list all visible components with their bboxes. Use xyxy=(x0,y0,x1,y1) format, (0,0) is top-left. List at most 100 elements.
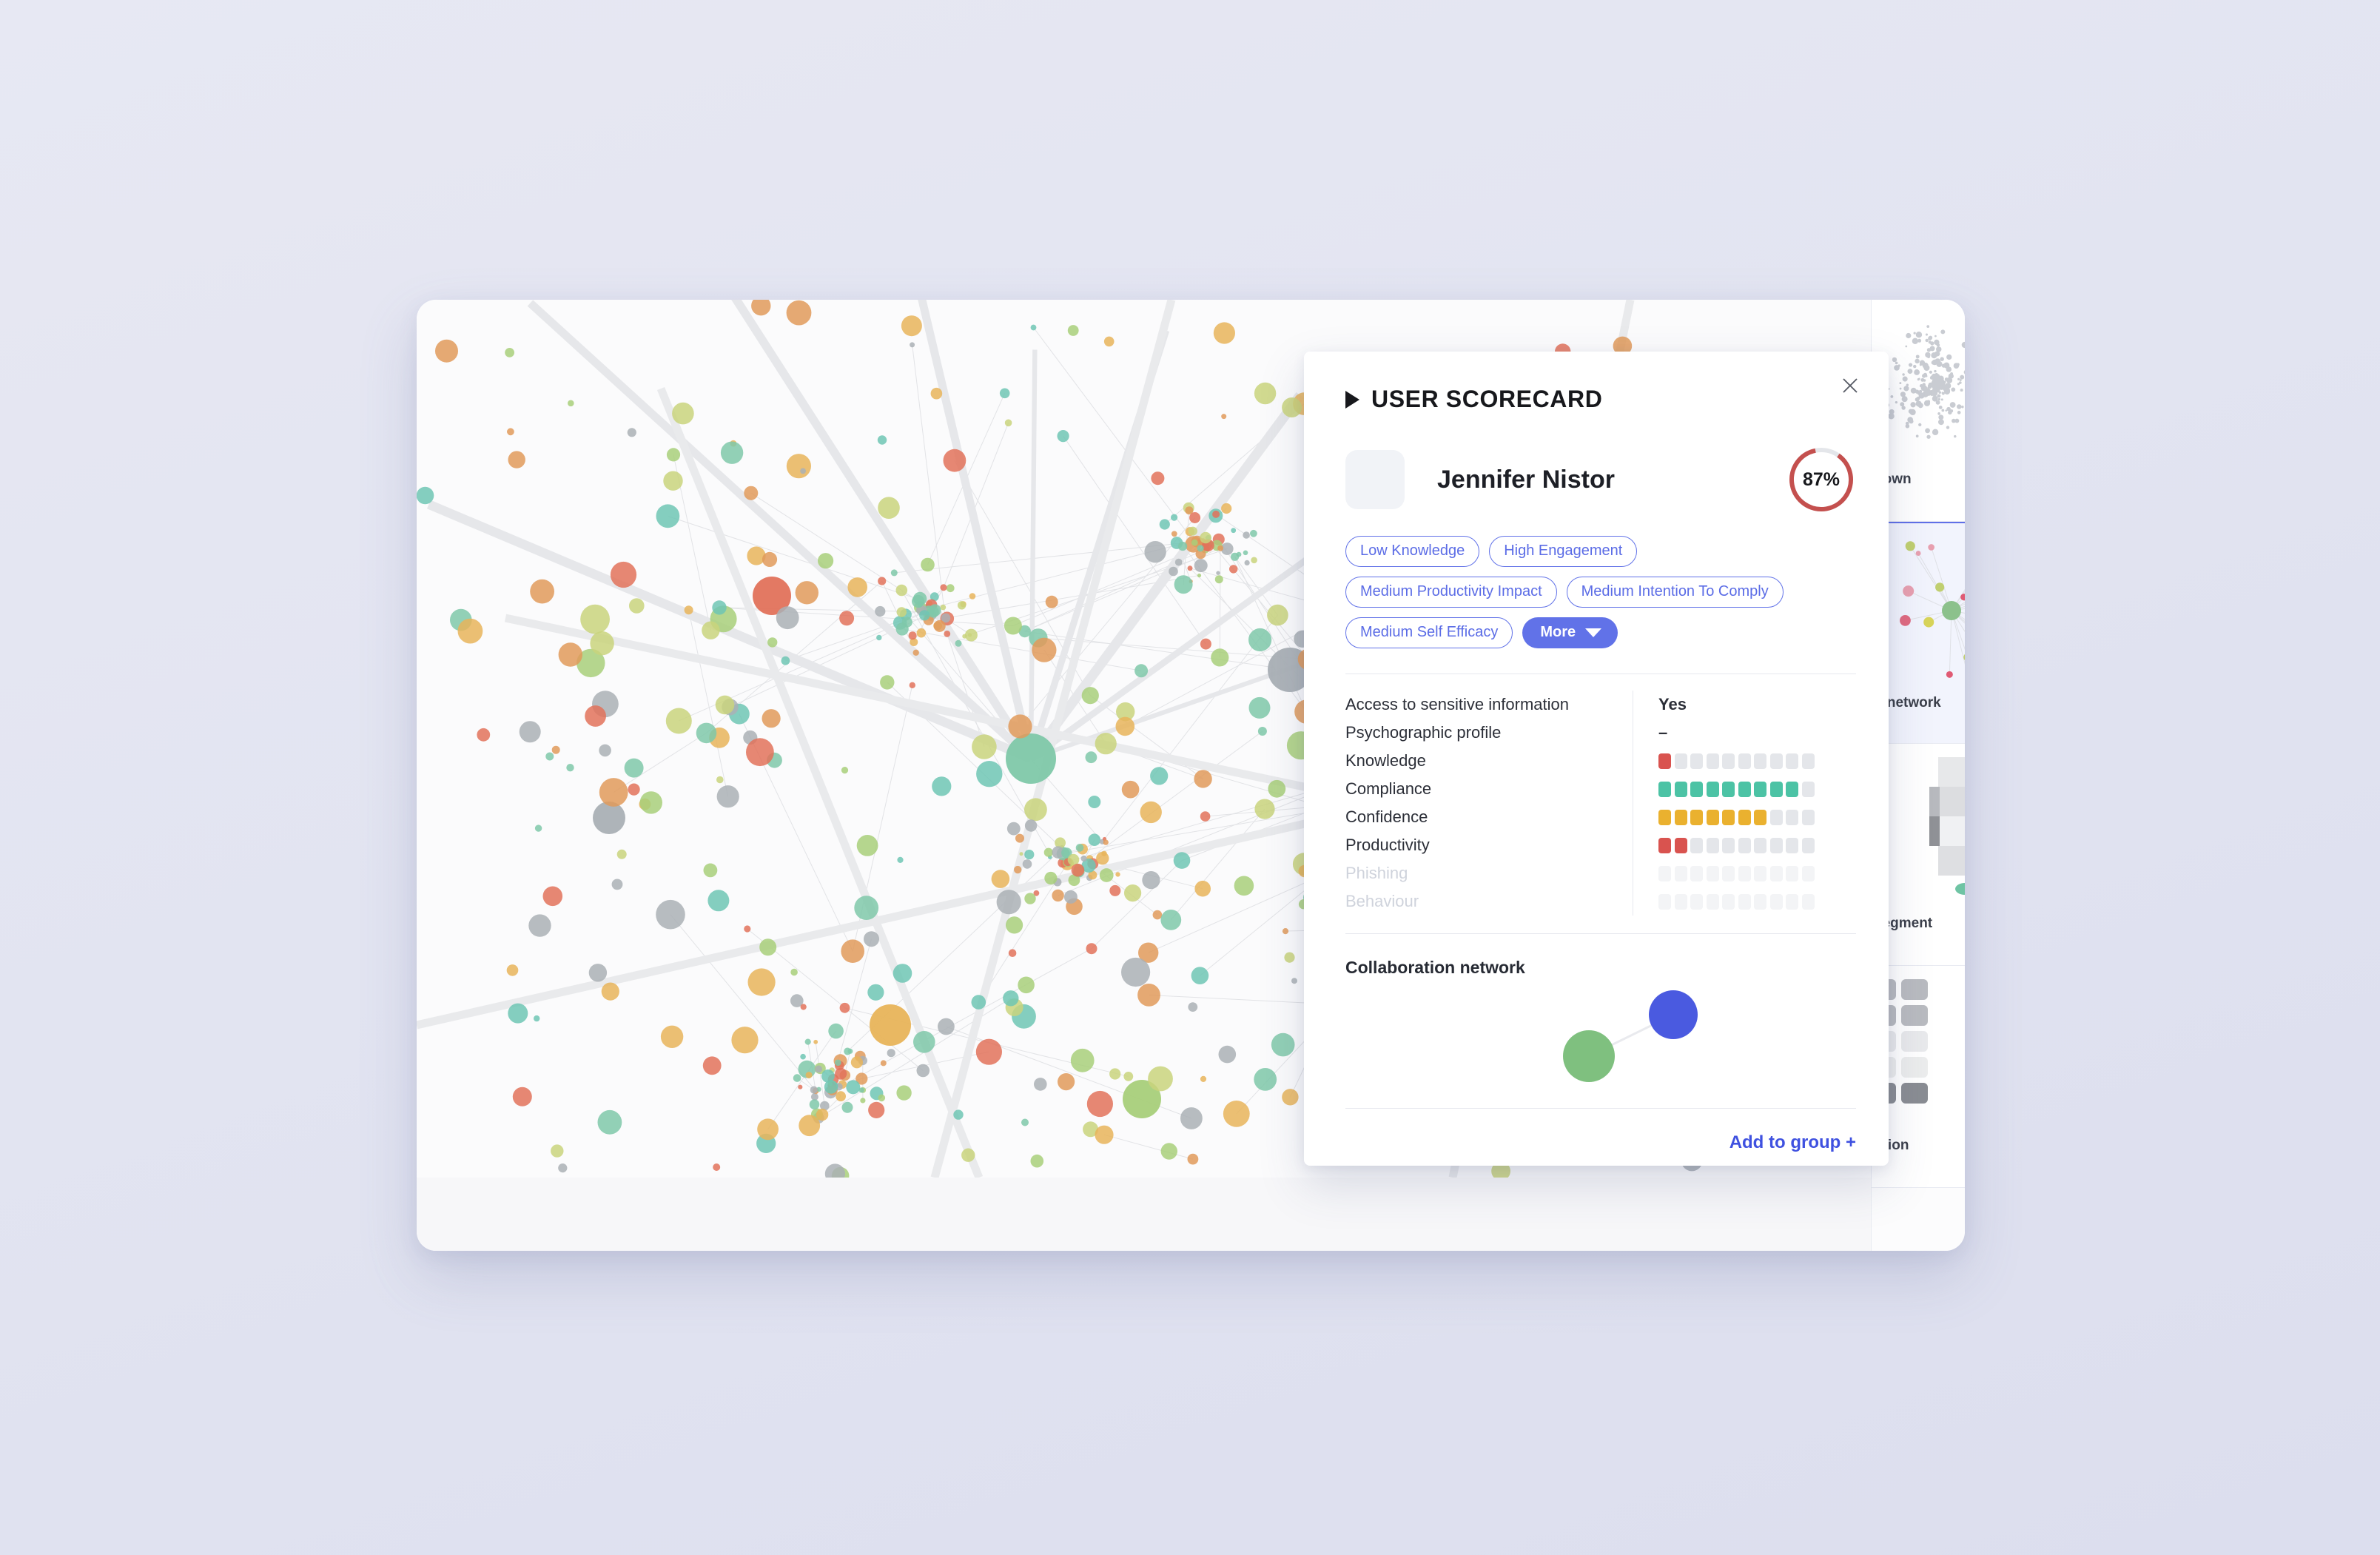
graph-node[interactable] xyxy=(795,581,818,605)
graph-node[interactable] xyxy=(1095,733,1117,755)
graph-node[interactable] xyxy=(1075,844,1084,852)
graph-node[interactable] xyxy=(798,1084,803,1089)
graph-node[interactable] xyxy=(616,849,627,859)
add-to-group-button[interactable]: Add to group + xyxy=(1729,1132,1856,1153)
graph-node[interactable] xyxy=(1152,910,1163,920)
node-blue[interactable] xyxy=(1649,990,1698,1039)
graph-node[interactable] xyxy=(1099,868,1114,882)
graph-node[interactable] xyxy=(1067,325,1079,336)
graph-node[interactable] xyxy=(1254,1068,1277,1091)
graph-node[interactable] xyxy=(839,611,855,626)
graph-node[interactable] xyxy=(967,633,972,637)
graph-node[interactable] xyxy=(1086,1090,1113,1118)
graph-node[interactable] xyxy=(1213,322,1235,344)
graph-node[interactable] xyxy=(1030,1154,1044,1168)
graph-node[interactable] xyxy=(1244,560,1250,565)
graph-node[interactable] xyxy=(1231,528,1237,534)
graph-node[interactable] xyxy=(1159,519,1170,530)
graph-node[interactable] xyxy=(854,896,879,920)
graph-node[interactable] xyxy=(813,1039,818,1044)
graph-node[interactable] xyxy=(1173,852,1191,869)
graph-node[interactable] xyxy=(938,1018,955,1035)
graph-node[interactable] xyxy=(1006,822,1021,836)
graph-node[interactable] xyxy=(1171,531,1177,537)
graph-node[interactable] xyxy=(895,622,909,636)
graph-node[interactable] xyxy=(1223,1101,1250,1127)
graph-node[interactable] xyxy=(1071,863,1085,877)
graph-node[interactable] xyxy=(590,631,614,656)
graph-node[interactable] xyxy=(930,387,943,400)
graph-node[interactable] xyxy=(1121,780,1140,799)
graph-node[interactable] xyxy=(878,577,887,585)
graph-node[interactable] xyxy=(1115,872,1120,877)
graph-node[interactable] xyxy=(1187,1153,1199,1165)
graph-node[interactable] xyxy=(932,776,952,796)
graph-node[interactable] xyxy=(793,1074,801,1082)
graph-node[interactable] xyxy=(696,722,717,744)
graph-node[interactable] xyxy=(890,569,898,577)
graph-node[interactable] xyxy=(991,870,1010,888)
graph-node[interactable] xyxy=(731,1027,759,1054)
graph-node[interactable] xyxy=(895,584,908,597)
graph-node[interactable] xyxy=(1171,514,1178,521)
graph-node[interactable] xyxy=(953,1109,964,1120)
graph-node[interactable] xyxy=(762,551,778,567)
graph-node[interactable] xyxy=(1200,1075,1207,1082)
graph-node[interactable] xyxy=(875,605,886,617)
graph-node[interactable] xyxy=(1148,1066,1173,1092)
graph-node[interactable] xyxy=(1282,397,1302,417)
graph-node[interactable] xyxy=(912,649,919,656)
graph-node[interactable] xyxy=(762,709,781,728)
graph-node[interactable] xyxy=(946,584,955,593)
graph-node[interactable] xyxy=(672,402,694,425)
graph-node[interactable] xyxy=(1234,876,1254,896)
graph-node[interactable] xyxy=(597,1109,622,1135)
graph-node[interactable] xyxy=(435,339,458,363)
graph-node[interactable] xyxy=(786,454,811,479)
graph-node[interactable] xyxy=(999,388,1010,399)
graph-node[interactable] xyxy=(477,728,491,742)
graph-node[interactable] xyxy=(707,890,730,912)
graph-node[interactable] xyxy=(684,605,693,615)
graph-node[interactable] xyxy=(805,1072,813,1079)
graph-node[interactable] xyxy=(1187,565,1193,571)
graph-node[interactable] xyxy=(1142,871,1160,890)
graph-node[interactable] xyxy=(896,1085,912,1101)
graph-node[interactable] xyxy=(566,764,574,772)
graph-node[interactable] xyxy=(929,604,941,617)
graph-node[interactable] xyxy=(534,824,542,832)
graph-node[interactable] xyxy=(1160,910,1182,930)
graph-node[interactable] xyxy=(660,1025,684,1048)
graph-node[interactable] xyxy=(599,778,628,807)
graph-node[interactable] xyxy=(847,1048,853,1054)
graph-node[interactable] xyxy=(916,1064,930,1078)
graph-node[interactable] xyxy=(1200,638,1211,650)
graph-node[interactable] xyxy=(610,561,637,588)
graph-node[interactable] xyxy=(1096,852,1109,865)
graph-node[interactable] xyxy=(585,705,606,727)
graph-node[interactable] xyxy=(955,639,962,647)
graph-node[interactable] xyxy=(877,435,887,445)
graph-node[interactable] xyxy=(1057,430,1069,443)
graph-node[interactable] xyxy=(847,577,867,597)
graph-node[interactable] xyxy=(716,785,739,808)
graph-node[interactable] xyxy=(1282,1089,1299,1106)
graph-node[interactable] xyxy=(551,745,560,754)
graph-node[interactable] xyxy=(611,879,623,890)
graph-node[interactable] xyxy=(880,1060,887,1067)
graph-node[interactable] xyxy=(1191,539,1198,546)
graph-node[interactable] xyxy=(1257,727,1267,736)
graph-node[interactable] xyxy=(841,767,849,774)
graph-node[interactable] xyxy=(1268,779,1286,798)
graph-node[interactable] xyxy=(1095,1125,1114,1144)
graph-node[interactable] xyxy=(1221,503,1232,514)
graph-node[interactable] xyxy=(1254,382,1277,405)
graph-node[interactable] xyxy=(887,1049,895,1058)
graph-node[interactable] xyxy=(507,428,514,436)
graph-node[interactable] xyxy=(933,619,946,632)
graph-node[interactable] xyxy=(663,471,683,491)
graph-node[interactable] xyxy=(1043,847,1053,857)
graph-node[interactable] xyxy=(1103,839,1109,845)
graph-node[interactable] xyxy=(1140,801,1162,824)
graph-node[interactable] xyxy=(417,486,434,505)
